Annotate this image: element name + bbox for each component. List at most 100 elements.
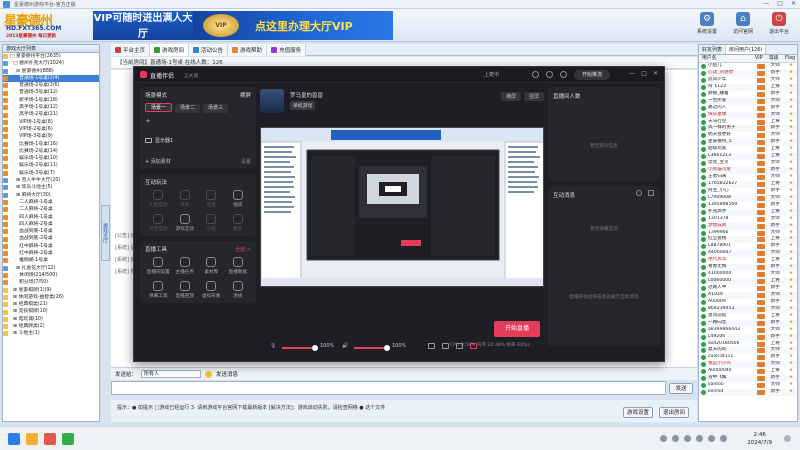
grid-item[interactable]: 福袋: [225, 190, 252, 208]
user-row[interactable]: a8399866443 大师 ★: [699, 327, 797, 334]
close-button[interactable]: ✕: [791, 0, 796, 7]
screen-icon[interactable]: [442, 343, 449, 349]
user-row[interactable]: 1395898569 新手 ★: [699, 202, 797, 209]
tree-item[interactable]: 普通场-2号桌(3/6): [3, 82, 99, 89]
user-row[interactable]: L7009008 大师 ★: [699, 194, 797, 202]
user-row[interactable]: 扑克高手 上将 ★: [699, 208, 797, 216]
user-row[interactable]: 快乐星球 大师 ★: [699, 111, 797, 119]
vip-apply-banner[interactable]: VIP 点这里办理大厅VIP: [193, 11, 393, 40]
file-explorer-icon[interactable]: [26, 433, 38, 445]
tree-item[interactable]: 比赛场-1号桌(16): [3, 141, 99, 148]
user-row[interactable]: L0060000 上将 ★: [699, 278, 797, 285]
grid-item[interactable]: 连麦: [198, 190, 225, 208]
notification-icon[interactable]: [784, 435, 791, 442]
tree-item[interactable]: 血战到底-1号桌: [3, 228, 99, 235]
tree-item[interactable]: ⊞ 麻将大厅(30): [3, 192, 99, 199]
mic-volume-slider[interactable]: [282, 345, 318, 351]
user-row[interactable]: kantoo 大师 ★: [699, 382, 797, 389]
user-row[interactable]: 夏天的风 大师 ★: [699, 347, 797, 355]
col-flag[interactable]: Flag: [785, 55, 795, 62]
tree-item[interactable]: □ 星豪德州平台(2635): [3, 53, 99, 60]
tree-item[interactable]: 高手场-1号桌(12): [3, 104, 99, 111]
user-row[interactable]: asd20180506 上将 ★: [699, 341, 797, 348]
tree-item[interactable]: VIP场-1号桌(8): [3, 119, 99, 126]
website-tool[interactable]: ⌂ 访问官网: [730, 12, 756, 35]
wechat-icon[interactable]: [62, 433, 74, 445]
user-row[interactable]: 红尘客栈 上将 ★: [699, 236, 797, 244]
ime-icon[interactable]: [696, 435, 703, 442]
tree-item[interactable]: 四人麻将-1号桌: [3, 214, 99, 221]
tray-app-icon[interactable]: [720, 435, 727, 442]
game-tree[interactable]: □ 星豪德州平台(2635) □ 德州扑克大厅(1024) ⊟ 星豪德州(888…: [3, 53, 99, 338]
user-row[interactable]: 一生所爱 大师 ★: [699, 97, 797, 105]
scene-orientation[interactable]: 横屏: [240, 91, 251, 99]
grid-item[interactable]: 弹幕工具: [145, 281, 172, 299]
user-row[interactable]: 风一样的男子 新手 ★: [699, 125, 797, 133]
battery-icon[interactable]: [684, 435, 691, 442]
user-row[interactable]: 一路向北 新手 ★: [699, 319, 797, 327]
message-input[interactable]: [111, 381, 666, 395]
speaker-volume-slider[interactable]: [354, 345, 390, 351]
user-row[interactable]: 过路人甲 新手 ★: [699, 285, 797, 292]
tree-item[interactable]: 红中麻将-2号桌: [3, 250, 99, 257]
user-row[interactable]: 明天会更好 大师 ★: [699, 132, 797, 139]
grid-item[interactable]: 更多: [225, 214, 252, 232]
user-row[interactable]: 41000000 大师 ★: [699, 271, 797, 278]
tree-item[interactable]: 二人麻将-2号桌: [3, 206, 99, 213]
broadcast-min-button[interactable]: —: [629, 70, 635, 77]
tab-recharge[interactable]: 充值服务: [267, 44, 307, 56]
tree-item[interactable]: 比赛场-2号桌(14): [3, 148, 99, 155]
minimize-button[interactable]: —: [763, 0, 769, 7]
col-vip[interactable]: VIP: [755, 55, 769, 62]
tree-item[interactable]: ⊞ 经典牌类(2): [3, 323, 99, 330]
vip-ad-banner[interactable]: VIP可随时进出满人大厅 不用辛辛苦苦等大厅: [93, 11, 193, 51]
portrait-button[interactable]: 竖屏: [523, 92, 544, 101]
stream-preview[interactable]: [260, 127, 544, 287]
network-icon[interactable]: [660, 435, 667, 442]
tree-item[interactable]: ⊞ 百人牛牛大厅(20): [3, 177, 99, 184]
user-row[interactable]: A00009 新手 ★: [699, 299, 797, 306]
tree-item[interactable]: 四人麻将-2号桌: [3, 221, 99, 228]
game-settings-button[interactable]: 游戏设置: [623, 407, 653, 418]
tab-home[interactable]: 平台主页: [111, 44, 151, 56]
settings-icon[interactable]: [560, 71, 567, 78]
user-row[interactable]: 超级玩家 上将 ★: [699, 146, 797, 153]
tree-item[interactable]: 二人麻将-1号桌: [3, 199, 99, 206]
user-list[interactable]: 小鱼儿 大师 ★ 心动_的感觉 新手 ★ 追风少年 大师 ★ 阿飞123 上将 ★ 静静_睡着 新手 ★ 一生…: [699, 63, 797, 396]
volume-icon[interactable]: [672, 435, 679, 442]
source-item[interactable]: 显示器1: [145, 137, 251, 144]
tab-game-room[interactable]: 游戏房间: [150, 44, 190, 56]
user-row[interactable]: 天马行空 上将 ★: [699, 119, 797, 126]
user-row[interactable]: 静静_睡着 新手 ★: [699, 91, 797, 98]
tree-item[interactable]: ⊞ 扎金花大厅(12): [3, 265, 99, 272]
broadcast-close-button[interactable]: ✕: [653, 70, 658, 77]
grid-item[interactable]: 游戏互动: [172, 214, 199, 232]
user-row[interactable]: 路过的人 新手 ★: [699, 105, 797, 112]
tree-item[interactable]: 娱乐场-1号桌(10): [3, 155, 99, 162]
tree-item[interactable]: ⊞ 星豪棋牌(1)(9): [3, 287, 99, 294]
user-row[interactable]: L49206 新手 ★: [699, 333, 797, 341]
camera-icon[interactable]: [428, 343, 435, 349]
send-button[interactable]: 发送: [669, 383, 693, 394]
microphone-icon[interactable]: 🎙: [270, 343, 276, 349]
tools-more-link[interactable]: 全部 >: [235, 246, 251, 253]
popout-icon[interactable]: [648, 190, 654, 196]
tree-item[interactable]: ⊞ 欢乐斗地主(5): [3, 184, 99, 191]
user-row[interactable]: A0000040 上将 ★: [699, 368, 797, 375]
user-row[interactable]: kennid 新手 ★: [699, 389, 797, 396]
user-row[interactable]: 梦想成真 新手 ★: [699, 222, 797, 230]
tree-item[interactable]: ⊞ 斗地主(1): [3, 330, 99, 337]
tree-item[interactable]: VIP场-3号桌(9): [3, 133, 99, 140]
grid-item[interactable]: 连线: [225, 281, 252, 299]
scene-2-button[interactable]: 场景二: [175, 104, 201, 113]
leave-room-button[interactable]: 退出房间: [659, 407, 689, 418]
tree-item[interactable]: ⊞ 经典棋类(21): [3, 301, 99, 308]
message-settings-icon[interactable]: [636, 190, 642, 196]
speaker-icon[interactable]: 🔊: [342, 343, 348, 349]
push-stream-button[interactable]: 开始推流: [574, 70, 610, 80]
tree-item[interactable]: 休闲场(214/500): [3, 272, 99, 279]
user-row[interactable]: 阿宝_小心 新手 ★: [699, 188, 797, 195]
tree-item[interactable]: VIP场-2号桌(6): [3, 126, 99, 133]
tree-item[interactable]: 普通场-1号桌(2/4): [3, 74, 99, 83]
tab-room-users[interactable]: 房间用户(126): [726, 45, 767, 54]
